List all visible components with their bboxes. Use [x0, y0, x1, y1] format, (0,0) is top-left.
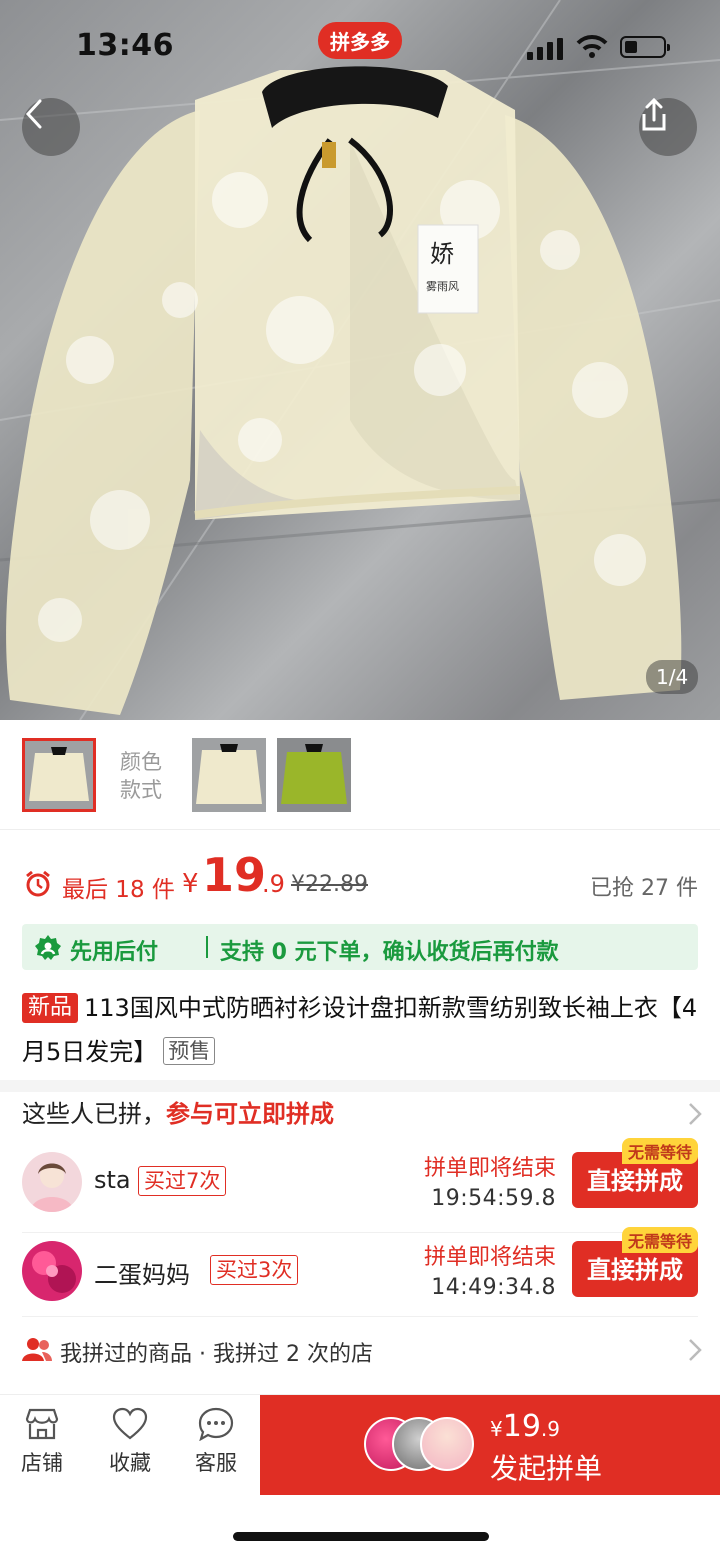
avatar	[22, 1152, 82, 1212]
last-count: 最后 18 件	[62, 877, 175, 903]
price-currency: ¥	[182, 869, 199, 899]
sold-count: 已抢 27 件	[590, 876, 698, 901]
users-icon	[22, 1338, 52, 1361]
original-price: ¥22.89	[291, 872, 368, 897]
bottom-action-bar: 店铺 收藏 客服 ¥19.9 发起拼单	[0, 1394, 720, 1496]
group-buy-header-highlight: 参与可立即拼成	[166, 1100, 334, 1128]
pay-later-description: 支持 0 元下单，确认收货后再付款	[220, 940, 559, 965]
brand-badge: 拼多多	[318, 22, 402, 59]
group-user-name: sta	[94, 1166, 131, 1194]
variant-thumb-image	[192, 738, 266, 812]
group-countdown: 19:54:59.8	[431, 1186, 556, 1211]
chevron-right-icon	[689, 1103, 702, 1125]
group-ending-text: 拼单即将结束	[423, 1156, 556, 1181]
avatar-image	[22, 1241, 82, 1301]
group-buy-header[interactable]: 这些人已拼，参与可立即拼成	[22, 1094, 702, 1134]
battery-icon	[620, 36, 670, 58]
price-row: 最后 18 件 ¥ 19 .9 ¥22.89 已抢 27 件	[22, 848, 698, 908]
favorite-button[interactable]: 收藏	[100, 1407, 160, 1477]
svg-text:娇: 娇	[430, 240, 454, 268]
buy-price: ¥19.9	[490, 1409, 560, 1444]
group-buy-header-text: 这些人已拼，	[22, 1100, 166, 1128]
no-wait-badge: 无需等待	[621, 1227, 698, 1253]
group-history-text: 我拼过的商品 · 我拼过 2 次的店	[60, 1342, 373, 1367]
pay-later-banner[interactable]: 先用后付 支持 0 元下单，确认收货后再付款	[22, 924, 698, 970]
join-group-button-label: 直接拼成	[587, 1167, 683, 1195]
group-row: 二蛋妈妈 买过3次 拼单即将结束 14:49:34.8 直接拼成 无需等待	[22, 1227, 698, 1312]
customer-service-button[interactable]: 客服	[186, 1407, 246, 1477]
share-icon	[642, 98, 666, 131]
chevron-left-icon	[25, 99, 42, 129]
variant-thumb-image	[25, 741, 93, 809]
store-button[interactable]: 店铺	[12, 1407, 72, 1477]
group-user-name: 二蛋妈妈	[94, 1261, 190, 1289]
status-bar: 13:46 拼多多	[0, 0, 720, 90]
store-label: 店铺	[21, 1451, 63, 1475]
buy-price-integer: 19	[502, 1409, 541, 1444]
row-divider	[22, 1316, 698, 1317]
presale-tag: 预售	[163, 1037, 216, 1065]
chat-bubble-icon	[198, 1407, 234, 1441]
status-time: 13:46	[76, 28, 174, 63]
variant-thumb[interactable]	[192, 738, 266, 812]
group-row: sta 买过7次 拼单即将结束 19:54:59.8 直接拼成 无需等待	[22, 1138, 698, 1224]
variant-thumb[interactable]	[277, 738, 351, 812]
product-title-block: 新品 113国风中式防晒衬衫设计盘扣新款雪纺别致长袖上衣【4月5日发完】 预售	[22, 986, 702, 1074]
section-divider	[0, 1080, 720, 1092]
product-title: 113国风中式防晒衬衫设计盘扣新款雪纺别致长袖上衣【4月5日发完】	[22, 994, 698, 1066]
avatar	[22, 1241, 82, 1301]
product-image-gallery[interactable]: 娇 雾雨风 13:46 拼多多 1/4	[0, 0, 720, 720]
product-photo: 娇 雾雨风	[0, 0, 720, 720]
buy-price-decimal: .9	[540, 1417, 561, 1441]
heart-icon	[112, 1407, 148, 1440]
bought-count-badge: 买过7次	[138, 1166, 227, 1196]
home-indicator	[233, 1532, 489, 1541]
bought-count-badge: 买过3次	[210, 1255, 299, 1285]
new-tag: 新品	[22, 993, 79, 1023]
pay-later-icon	[35, 935, 61, 960]
store-icon	[25, 1408, 59, 1440]
variant-label: 颜色款式	[120, 750, 162, 802]
price-decimal: .9	[262, 870, 285, 898]
customer-service-label: 客服	[195, 1451, 237, 1475]
image-counter: 1/4	[646, 660, 699, 694]
favorite-label: 收藏	[109, 1451, 151, 1475]
buyer-avatar	[420, 1417, 474, 1471]
variant-thumb-image	[277, 738, 351, 812]
join-group-button-label: 直接拼成	[587, 1256, 683, 1284]
variant-strip: 颜色款式	[0, 720, 720, 830]
wifi-icon	[576, 35, 608, 58]
price-integer: 19	[202, 848, 267, 902]
share-button[interactable]	[639, 98, 697, 156]
pay-later-divider	[206, 936, 208, 958]
start-group-buy-button[interactable]: ¥19.9 发起拼单	[260, 1395, 720, 1495]
chevron-right-icon	[689, 1339, 702, 1361]
buyer-avatars	[364, 1417, 476, 1473]
group-countdown: 14:49:34.8	[431, 1275, 556, 1300]
buy-label: 发起拼单	[490, 1452, 603, 1485]
buy-price-currency: ¥	[490, 1417, 503, 1441]
back-button[interactable]	[22, 98, 80, 156]
avatar-image	[22, 1152, 82, 1212]
group-history-row[interactable]: 我拼过的商品 · 我拼过 2 次的店	[22, 1330, 702, 1370]
signal-icon	[527, 38, 563, 60]
svg-text:雾雨风: 雾雨风	[426, 280, 459, 293]
group-ending-text: 拼单即将结束	[423, 1245, 556, 1270]
pay-later-title: 先用后付	[70, 940, 159, 965]
alarm-clock-icon	[26, 870, 50, 897]
no-wait-badge: 无需等待	[621, 1138, 698, 1164]
variant-thumb-selected[interactable]	[22, 738, 96, 812]
